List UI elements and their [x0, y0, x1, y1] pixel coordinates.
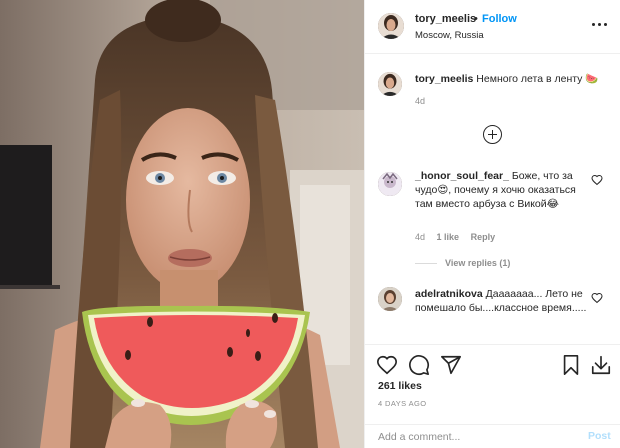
replies-divider: [415, 263, 437, 265]
author-username[interactable]: tory_meelis: [415, 13, 476, 25]
save-bookmark-icon[interactable]: [560, 354, 582, 376]
post-timestamp[interactable]: 4 DAYS AGO: [378, 399, 426, 408]
like-heart-icon[interactable]: [376, 354, 398, 376]
view-replies-button[interactable]: View replies (1): [415, 258, 510, 268]
share-paper-plane-icon[interactable]: [440, 354, 462, 376]
download-icon[interactable]: [590, 354, 612, 376]
comment-body: _honor_soul_fear_ Боже, что за чудо😍, по…: [415, 169, 593, 211]
post-photo[interactable]: [0, 0, 364, 448]
comment-input[interactable]: [378, 429, 568, 445]
view-replies-label: View replies (1): [445, 258, 511, 268]
comment-body: adelratnikova Дааааааа... Лето не помеша…: [415, 287, 593, 315]
caption-username[interactable]: tory_meelis: [415, 73, 473, 85]
more-options-icon[interactable]: [591, 17, 609, 31]
caption-avatar[interactable]: [378, 72, 402, 96]
comment-likes-count[interactable]: 1 like: [437, 232, 460, 242]
separator-dot: •: [474, 13, 478, 25]
reply-button[interactable]: Reply: [471, 232, 496, 242]
photo-illustration: [0, 0, 364, 448]
location-link[interactable]: Moscow, Russia: [415, 30, 484, 41]
comment-composer: Post: [365, 424, 620, 448]
post-header: tory_meelis • Follow Moscow, Russia: [365, 0, 620, 54]
caption-timestamp[interactable]: 4d: [415, 96, 425, 106]
load-more-comments-button[interactable]: [483, 125, 502, 144]
comment-avatar[interactable]: [378, 172, 402, 196]
post-comment-button[interactable]: Post: [588, 430, 611, 442]
comment-username[interactable]: adelratnikova: [415, 288, 483, 300]
caption: tory_meelis Немного лета в ленту 🍉: [415, 72, 605, 86]
comment-timestamp[interactable]: 4d: [415, 232, 425, 242]
comment-icon[interactable]: [408, 354, 430, 376]
comment-avatar[interactable]: [378, 287, 402, 311]
comment-like-heart-icon[interactable]: [591, 174, 603, 186]
follow-button[interactable]: Follow: [482, 13, 517, 25]
author-avatar[interactable]: [378, 13, 404, 39]
comments-list[interactable]: tory_meelis Немного лета в ленту 🍉 4d _h…: [365, 54, 620, 344]
comment-like-heart-icon[interactable]: [591, 292, 603, 304]
caption-text: Немного лета в ленту 🍉: [476, 73, 599, 85]
post-panel: tory_meelis • Follow Moscow, Russia tory…: [364, 0, 620, 448]
likes-count[interactable]: 261 likes: [378, 380, 422, 392]
comment-meta: 4d 1 like Reply: [415, 232, 504, 242]
comment-username[interactable]: _honor_soul_fear_: [415, 170, 509, 182]
